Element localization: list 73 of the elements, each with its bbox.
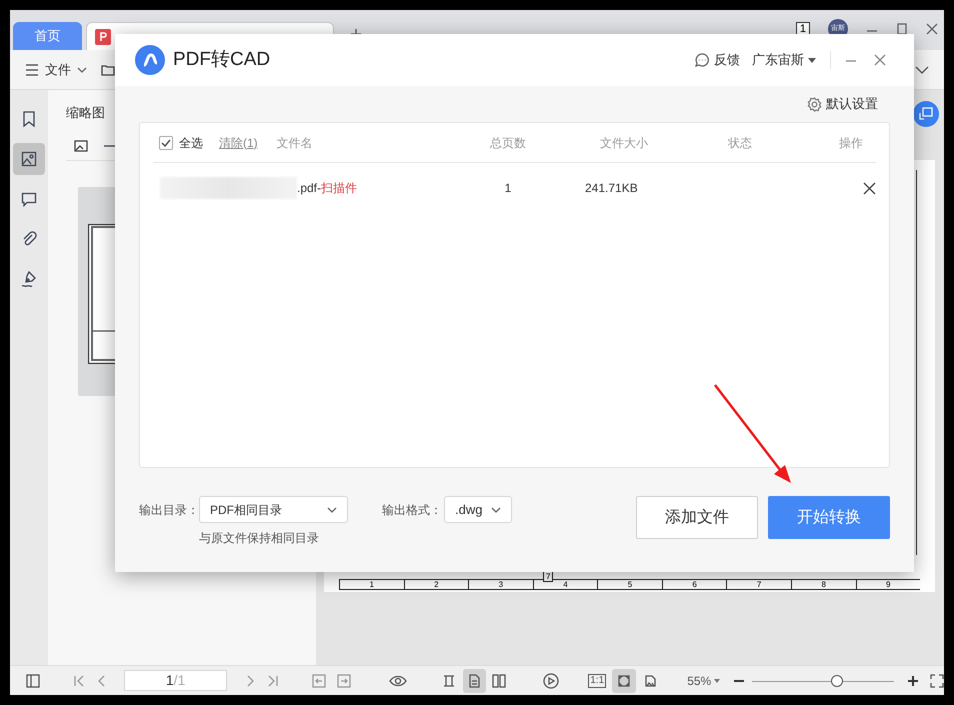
chevron-down-icon[interactable]: [915, 66, 929, 74]
settings-icon: [807, 96, 822, 112]
panel-title: 缩略图: [66, 104, 106, 122]
format-select[interactable]: .dwg: [444, 496, 512, 523]
fullscreen-icon[interactable]: [930, 674, 944, 688]
ruler-number: 2: [404, 579, 468, 589]
column-header: 操作: [838, 134, 864, 152]
select-all-checkbox[interactable]: 全选: [159, 134, 203, 152]
account-dropdown[interactable]: 广东宙斯: [752, 50, 816, 70]
field-label: 输出格式：: [382, 502, 443, 518]
column-header: 文件大小: [599, 134, 649, 152]
hint-text: 与原文件保持相同目录: [199, 530, 320, 547]
close-icon[interactable]: [874, 54, 886, 66]
eye-icon[interactable]: [389, 674, 408, 688]
image-icon: [20, 150, 38, 168]
sidebar-tab[interactable]: [13, 143, 45, 175]
checkbox-box[interactable]: [159, 136, 173, 150]
ruler-number: 8: [790, 579, 856, 589]
app-logo-icon: [135, 45, 165, 75]
file-name: .pdf-: [297, 180, 322, 197]
pdf-file-icon: [95, 28, 111, 44]
caret-icon: [714, 678, 720, 682]
chat-icon: [695, 53, 709, 67]
clear-link[interactable]: 清除(1): [219, 134, 258, 152]
chevron-down-icon: [327, 506, 337, 512]
page-field[interactable]: 1/1: [124, 670, 228, 691]
scan-tag: 扫描件: [321, 179, 358, 197]
convert-float-icon[interactable]: [913, 101, 939, 127]
fit-page-icon: [617, 674, 632, 688]
ruler-number: 9: [856, 579, 920, 589]
fit-mode-button[interactable]: [612, 668, 636, 692]
ruler-number: 5: [597, 579, 662, 589]
add-files-button[interactable]: 添加文件: [636, 496, 758, 539]
column-header: 状态: [727, 134, 753, 152]
dialog-title: PDF转CAD: [173, 48, 270, 72]
check-icon: [161, 138, 171, 146]
cell-label: 7: [543, 571, 554, 582]
feedback-button[interactable]: 反馈: [695, 50, 740, 70]
table-cell-text: 1: [504, 180, 512, 197]
menu-icon: [25, 64, 39, 76]
comment-icon: [20, 190, 38, 208]
play-icon[interactable]: [543, 672, 560, 688]
ruler-number: 6: [662, 579, 726, 589]
image-icon[interactable]: [74, 140, 88, 152]
zoom-in-icon[interactable]: [906, 674, 920, 688]
zoom-slider[interactable]: [752, 674, 894, 688]
zoom-dropdown[interactable]: 55%: [687, 672, 720, 690]
column-header: 文件名: [276, 134, 313, 152]
output-directory-select[interactable]: PDF相同目录: [199, 496, 348, 523]
default-settings-button[interactable]: 默认设置: [807, 94, 878, 114]
remove-icon[interactable]: [862, 182, 876, 194]
two-page-icon: [492, 674, 506, 688]
single-page-icon: [442, 674, 456, 688]
sidebar-toggle-icon[interactable]: [26, 674, 40, 688]
fit-mode-button[interactable]: 1:1: [585, 668, 610, 692]
field-label: 输出目录：: [139, 502, 199, 518]
pen-icon: [20, 270, 38, 288]
ruler-number: 4: [532, 579, 598, 589]
column-header: 总页数: [489, 134, 527, 152]
maximize-icon[interactable]: [896, 23, 908, 35]
caret-icon: [808, 58, 816, 62]
view-mode-button[interactable]: [462, 668, 486, 692]
ruler-number: 1: [339, 579, 404, 589]
folder-icon[interactable]: [101, 64, 115, 76]
table-cell-text: 241.71KB: [584, 180, 639, 197]
document-icon: [467, 674, 482, 688]
slider-thumb[interactable]: [831, 674, 844, 686]
ruler-number: 3: [468, 579, 533, 589]
chevron-down-icon: [77, 66, 87, 72]
file-menu-button[interactable]: 文件: [25, 60, 87, 80]
close-icon[interactable]: [926, 23, 938, 35]
ruler-number: 7: [726, 579, 791, 589]
chevron-down-icon: [491, 506, 501, 512]
